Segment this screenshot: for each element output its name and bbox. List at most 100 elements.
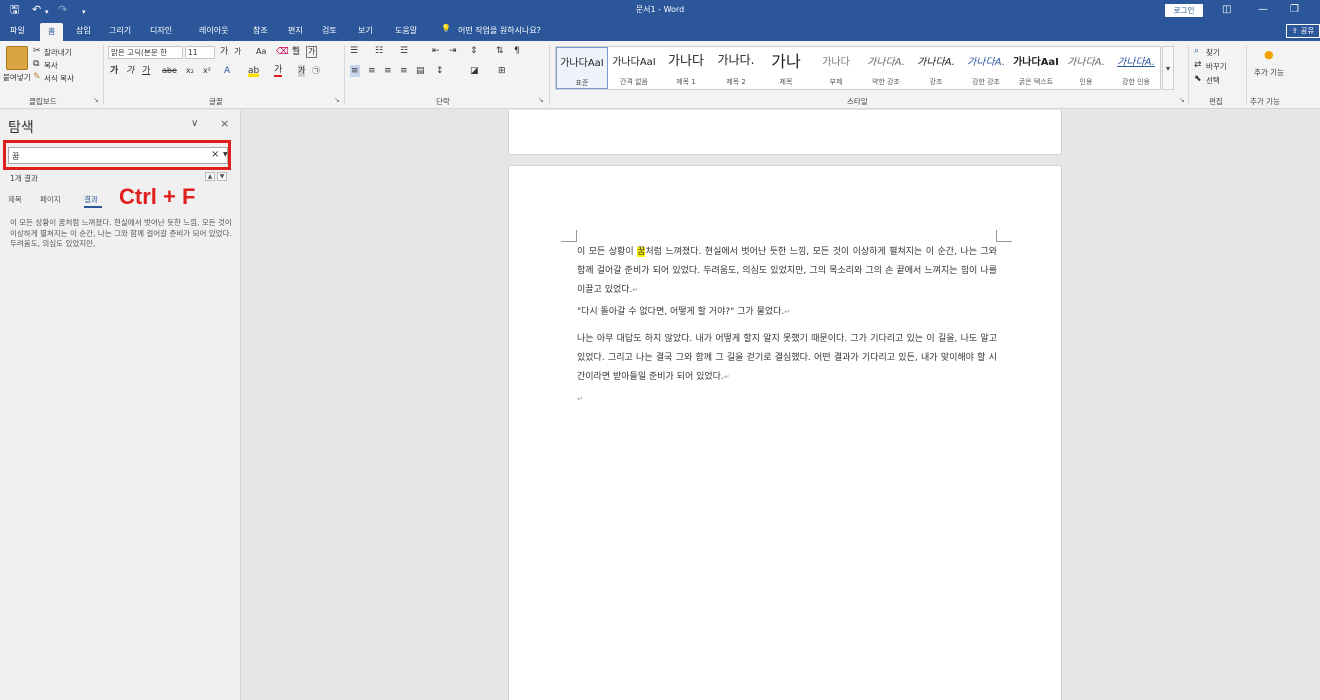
format-painter-button[interactable]: 서식 복사 <box>44 73 74 84</box>
document-page[interactable]: 이 모든 상황이 꿈처럼 느껴졌다. 현실에서 벗어난 듯한 느낌, 모든 것이… <box>508 165 1062 700</box>
close-icon[interactable]: × <box>220 117 229 130</box>
copy-icon[interactable]: ⧉ <box>33 58 39 70</box>
style-subtle-emphasis[interactable]: 가나다A. 약한 강조 <box>860 47 912 89</box>
search-result-item[interactable]: 이 모든 상황이 꿈처럼 느껴졌다. 현실에서 벗어난 듯한 느낌, 모든 것이… <box>10 218 232 250</box>
style-emphasis[interactable]: 가나다A. 강조 <box>910 47 962 89</box>
restore-icon[interactable]: ❐ <box>1290 3 1299 17</box>
tab-pages[interactable]: 페이지 <box>40 194 61 205</box>
style-quote[interactable]: 가나다A. 인용 <box>1060 47 1112 89</box>
underline-icon[interactable]: 가 <box>142 65 150 77</box>
bold-icon[interactable]: 가 <box>110 65 118 77</box>
align-left-icon[interactable]: ≡ <box>350 65 360 77</box>
document-area[interactable]: 이 모든 상황이 꿈처럼 느껴졌다. 현실에서 벗어난 듯한 느낌, 모든 것이… <box>242 110 1320 700</box>
text-effects-icon[interactable]: A <box>224 65 230 77</box>
login-button[interactable]: 로그인 <box>1165 4 1203 17</box>
find-icon[interactable]: ⌕ <box>1194 45 1199 57</box>
change-case-icon[interactable]: Aa <box>256 46 266 58</box>
tab-help[interactable]: 도움말 <box>395 25 417 36</box>
styles-launcher-icon[interactable]: ↘ <box>1179 96 1185 104</box>
previous-result-icon[interactable]: ▲ <box>205 172 215 181</box>
style-title[interactable]: 가나 제목 <box>760 47 812 89</box>
font-name-select[interactable]: 맑은 고딕(본문 한 <box>108 46 183 59</box>
grow-font-icon[interactable]: 가 <box>220 46 228 58</box>
style-no-spacing[interactable]: 가나다AaI 간격 없음 <box>608 47 660 89</box>
borders-icon[interactable]: ⊞ <box>498 65 506 77</box>
empty-paragraph[interactable]: ↵ <box>577 390 997 409</box>
search-options-icon[interactable]: ▼ <box>223 151 228 158</box>
replace-button[interactable]: 바꾸기 <box>1206 61 1227 72</box>
share-button[interactable]: ⇪ 공유 <box>1286 24 1320 38</box>
paste-button[interactable]: 붙여넣기 <box>3 72 31 83</box>
tab-mailings[interactable]: 편지 <box>288 25 303 36</box>
align-center-icon[interactable]: ≡ <box>368 65 376 77</box>
tab-review[interactable]: 검토 <box>322 25 337 36</box>
increase-indent-icon[interactable]: ⇥ <box>449 45 457 57</box>
chevron-down-icon[interactable]: ∨ <box>191 118 198 129</box>
styles-more-icon[interactable]: ▾ <box>1162 46 1174 90</box>
tab-headings[interactable]: 제목 <box>8 194 22 205</box>
tab-insert[interactable]: 삽입 <box>76 25 91 36</box>
minimize-icon[interactable]: — <box>1258 3 1268 17</box>
replace-icon[interactable]: ⇄ <box>1194 59 1202 71</box>
tab-home[interactable]: 홈 <box>40 23 64 41</box>
style-strong[interactable]: 가나다AaI 굵은 텍스트 <box>1010 47 1062 89</box>
paragraph-2[interactable]: "다시 돌아갈 수 없다면, 어떻게 할 거야?" 그가 물었다.↵ <box>577 303 997 322</box>
tab-view[interactable]: 보기 <box>358 25 373 36</box>
style-intense-emphasis[interactable]: 가나다A. 강한 강조 <box>960 47 1012 89</box>
decrease-indent-icon[interactable]: ⇤ <box>432 45 440 57</box>
clear-search-icon[interactable]: × <box>211 149 219 160</box>
bullets-icon[interactable]: ☰ <box>350 45 358 57</box>
distributed-icon[interactable]: ▤ <box>416 65 425 77</box>
justify-icon[interactable]: ≡ <box>400 65 408 77</box>
paste-icon[interactable] <box>6 46 28 70</box>
enclose-char-icon[interactable]: 가 <box>306 46 318 58</box>
search-input[interactable] <box>12 150 202 162</box>
style-subtitle[interactable]: 가나다 부제 <box>810 47 862 89</box>
style-normal[interactable]: 가나다AaI 표준 <box>556 47 608 89</box>
tell-me-search[interactable]: 어떤 작업을 원하시나요? <box>458 25 541 36</box>
clear-format-icon[interactable]: ⌫ <box>276 46 289 58</box>
numbering-icon[interactable]: ☷ <box>375 45 383 57</box>
copy-button[interactable]: 복사 <box>44 60 58 71</box>
font-color-icon[interactable]: 가 <box>274 65 283 77</box>
cut-button[interactable]: 잘라내기 <box>44 47 72 58</box>
style-intense-quote[interactable]: 가나다A. 강한 인용 <box>1110 47 1162 89</box>
tab-results[interactable]: 결과 <box>84 194 98 205</box>
line-spacing-icon[interactable]: ↕ <box>436 65 444 77</box>
font-launcher-icon[interactable]: ↘ <box>334 96 340 104</box>
italic-icon[interactable]: 가 <box>126 65 134 77</box>
paragraph-1[interactable]: 이 모든 상황이 꿈처럼 느껴졌다. 현실에서 벗어난 듯한 느낌, 모든 것이… <box>577 243 997 299</box>
select-icon[interactable]: ⬉ <box>1194 73 1202 85</box>
shading-icon[interactable]: ◪ <box>470 65 479 77</box>
show-marks-icon[interactable]: ¶ <box>514 45 520 57</box>
strikethrough-icon[interactable]: abe <box>162 65 177 77</box>
sort-icon[interactable]: ⇅ <box>496 45 504 57</box>
tab-references[interactable]: 참조 <box>253 25 268 36</box>
char-shading-icon[interactable]: 가 <box>298 65 306 77</box>
format-painter-icon[interactable]: ✎ <box>33 71 41 83</box>
multilevel-list-icon[interactable]: ☲ <box>400 45 408 57</box>
shrink-font-icon[interactable]: 가 <box>234 46 241 58</box>
asian-layout-icon[interactable]: ⇕ <box>470 45 478 57</box>
phonetic-guide-icon[interactable]: 뿰 <box>292 46 300 58</box>
find-button[interactable]: 찾기 <box>1206 47 1220 58</box>
addins-button[interactable]: 추가 기능 <box>1254 68 1284 78</box>
tab-draw[interactable]: 그리기 <box>109 25 131 36</box>
align-right-icon[interactable]: ≡ <box>384 65 392 77</box>
subscript-icon[interactable]: x₂ <box>186 65 194 77</box>
highlight-color-icon[interactable]: ab <box>248 65 260 77</box>
next-result-icon[interactable]: ▼ <box>217 172 227 181</box>
clipboard-launcher-icon[interactable]: ↘ <box>93 96 99 104</box>
tab-file[interactable]: 파일 <box>10 25 25 36</box>
superscript-icon[interactable]: x² <box>203 65 211 77</box>
tab-design[interactable]: 디자인 <box>150 25 172 36</box>
style-heading-2[interactable]: 가나다. 제목 2 <box>710 47 762 89</box>
cut-icon[interactable]: ✂ <box>33 45 41 57</box>
paragraph-launcher-icon[interactable]: ↘ <box>538 96 544 104</box>
ribbon-display-options-icon[interactable]: ◫ <box>1222 3 1231 17</box>
tab-layout[interactable]: 레이아웃 <box>199 25 228 36</box>
style-heading-1[interactable]: 가나다 제목 1 <box>660 47 712 89</box>
addins-icon[interactable]: ● <box>1264 49 1274 61</box>
font-size-select[interactable]: 11 <box>185 46 215 59</box>
paragraph-3[interactable]: 나는 아무 대답도 하지 않았다. 내가 어떻게 할지 알지 못했기 때문이다.… <box>577 330 997 386</box>
